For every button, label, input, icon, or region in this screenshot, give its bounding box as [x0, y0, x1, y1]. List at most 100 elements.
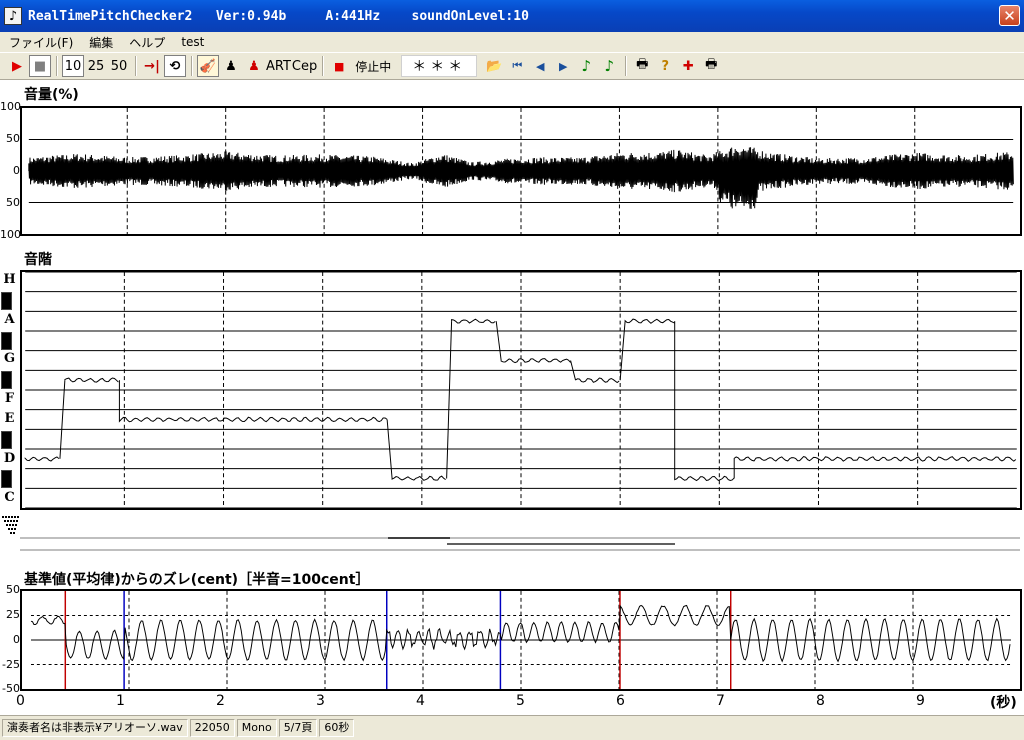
pitch-segment — [575, 377, 620, 384]
art-button[interactable]: ART — [266, 55, 291, 77]
overview-marks — [2, 516, 1020, 551]
note-label-E: E — [4, 410, 15, 426]
status-file: 演奏者名は非表示¥アリオーソ.wav — [2, 719, 188, 737]
pitch-segment — [118, 416, 388, 423]
speed-25-button[interactable]: 25 — [85, 55, 107, 77]
menu-file[interactable]: ファイル(F) — [2, 34, 80, 51]
x-tick: 6 — [616, 693, 625, 709]
help-icon[interactable]: ? — [654, 55, 676, 77]
toolbar: ▶ ■ 10 25 50 →| ⟲ 🎻 ♟ ♟ ART Cep ■ 停止中 ＊＊… — [0, 52, 1024, 80]
pitch-segment — [500, 358, 571, 364]
overview-dot — [7, 520, 9, 522]
cent-y-label: 50 — [6, 583, 20, 596]
black-key-Gsharp — [1, 331, 12, 350]
black-key-Fsharp — [1, 371, 12, 390]
toolbar-separator — [322, 56, 325, 76]
note-label-C: C — [4, 490, 15, 506]
volume-panel-title: 音量(%) — [24, 87, 79, 103]
scale-pitch-plot — [20, 270, 1022, 510]
overview-dot — [17, 516, 19, 518]
marker-icon[interactable]: ✚ — [677, 55, 699, 77]
note-label-G: G — [3, 351, 16, 367]
scale-grid — [25, 272, 1017, 508]
play-button[interactable]: ▶ — [6, 55, 28, 77]
app-icon: ♪ — [4, 7, 22, 25]
menu-test[interactable]: test — [174, 35, 211, 49]
menu-edit[interactable]: 編集 — [82, 34, 120, 51]
black-key-Asharp — [1, 291, 12, 310]
print-preview-icon[interactable]: 🖶 — [700, 55, 722, 77]
overview-dot — [13, 520, 15, 522]
volume-y-label: 0 — [13, 164, 20, 177]
speed-50-button[interactable]: 50 — [108, 55, 130, 77]
status-rate: 22050 — [189, 719, 235, 737]
menu-bar: ファイル(F) 編集 ヘルプ test — [0, 32, 1024, 52]
overview-dot — [5, 516, 7, 518]
loop-button[interactable]: ⟲ — [164, 55, 186, 77]
x-tick: 7 — [716, 693, 725, 709]
to-end-button[interactable]: →| — [141, 55, 163, 77]
overview-dot — [4, 520, 6, 522]
pitch-segment — [451, 318, 496, 324]
note-icon[interactable]: ♪ — [575, 55, 597, 77]
cent-y-label: 0 — [13, 633, 20, 646]
overview-dot — [14, 528, 16, 530]
cep-button[interactable]: Cep — [292, 55, 317, 77]
volume-y-label: 100 — [0, 228, 21, 241]
menu-help[interactable]: ヘルプ — [122, 34, 172, 51]
x-tick: 4 — [416, 693, 425, 709]
toolbar-separator — [56, 56, 58, 76]
overview-dot — [16, 520, 18, 522]
status-channels: Mono — [236, 719, 277, 737]
pitch-segment — [733, 455, 1017, 462]
violin-icon[interactable]: 🎻 — [197, 55, 219, 77]
record-icon[interactable]: ■ — [328, 55, 350, 77]
x-tick: 0 — [16, 693, 25, 709]
note-label-H: H — [3, 272, 16, 287]
x-tick: 9 — [916, 693, 925, 709]
note-alt-icon[interactable]: ♪ — [598, 55, 620, 77]
overview-dot — [14, 516, 16, 518]
overview-dot — [8, 528, 10, 530]
cent-grid — [31, 591, 1011, 689]
overview-dot — [8, 516, 10, 518]
cent-y-label: -25 — [2, 658, 20, 671]
overview-dot — [9, 524, 11, 526]
x-tick: 3 — [316, 693, 325, 709]
speed-10-button[interactable]: 10 — [62, 55, 84, 77]
first-page-icon[interactable]: ⏮ — [506, 55, 528, 77]
x-tick: 8 — [816, 693, 825, 709]
prev-page-icon[interactable]: ◀ — [529, 55, 551, 77]
cent-deviation-plot — [20, 589, 1022, 691]
pitch-segment — [391, 475, 446, 481]
volume-y-label: 50 — [6, 132, 20, 145]
stop-button[interactable]: ■ — [29, 55, 51, 77]
person-red-icon[interactable]: ♟ — [243, 55, 265, 77]
status-page: 5/7頁 — [278, 719, 318, 737]
overview-dot — [10, 532, 12, 534]
pitch-transition — [59, 380, 66, 459]
print-icon[interactable]: 🖶 — [631, 55, 653, 77]
close-button[interactable]: ✕ — [999, 5, 1020, 26]
cent-y-label: 25 — [6, 608, 20, 621]
overview-dot — [2, 516, 4, 518]
volume-waveform-plot — [20, 106, 1022, 236]
next-page-icon[interactable]: ▶ — [552, 55, 574, 77]
note-label-A: A — [4, 311, 15, 327]
open-folder-icon[interactable]: 📂 — [483, 55, 505, 77]
overview-dot — [6, 524, 8, 526]
pitch-segment — [674, 475, 735, 482]
pitch-readout: ＊＊＊ — [401, 55, 478, 77]
overview-dot — [13, 532, 15, 534]
note-label-F: F — [4, 391, 15, 406]
person-icon[interactable]: ♟ — [220, 55, 242, 77]
overview-dot — [11, 528, 13, 530]
black-key-Csharp — [1, 470, 12, 489]
toolbar-separator — [625, 56, 628, 76]
pitch-segment — [624, 318, 675, 324]
x-tick: 5 — [516, 693, 525, 709]
volume-y-label: 100 — [0, 100, 21, 113]
toolbar-separator — [135, 56, 137, 76]
pitch-segment — [24, 456, 60, 462]
x-tick: 2 — [216, 693, 225, 709]
